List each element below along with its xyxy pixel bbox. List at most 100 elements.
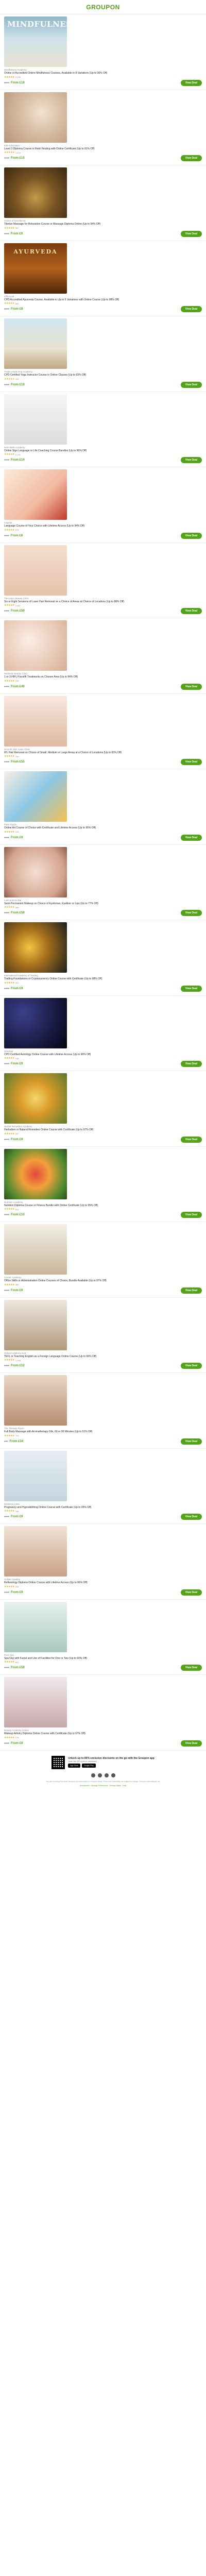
deal-card[interactable]: Lingvist Language Course of Your Choice … [0, 467, 206, 543]
deal-title[interactable]: Online or Accredited Online Mindfulness … [4, 72, 169, 75]
deal-image[interactable] [4, 771, 67, 822]
deal-title[interactable]: Makeup Artistry Diploma Online Course wi… [4, 1732, 169, 1736]
deal-title[interactable]: TEFL or Teaching English as a Foreign La… [4, 1355, 169, 1359]
deal-card[interactable]: Pure Spa Spa Day with Facial and Use of … [0, 1600, 206, 1675]
deal-title[interactable]: CPD Certified Astrology Online Course wi… [4, 1053, 169, 1057]
deal-image[interactable] [4, 997, 67, 1048]
groupon-logo[interactable]: GROUPON [86, 4, 120, 11]
google-play-badge[interactable]: Google Play [81, 1764, 96, 1768]
view-deal-button[interactable]: View Deal [180, 1665, 202, 1671]
deal-title[interactable]: Tibetan Massage for Relaxation Course or… [4, 223, 169, 226]
deal-image[interactable] [4, 545, 67, 596]
view-deal-button[interactable]: View Deal [180, 1438, 202, 1445]
deal-card[interactable]: Lash & Brow Bar Semi-Permanent Makeup on… [0, 845, 206, 920]
deal-title[interactable]: Level 3 Diploma Course in Reiki Healing … [4, 147, 169, 151]
deal-title[interactable]: Online Sign Language or Life Coaching Co… [4, 449, 169, 453]
view-deal-button[interactable]: View Deal [180, 1363, 202, 1369]
deal-card[interactable]: Beauty Academy Online Makeup Artistry Di… [0, 1675, 206, 1751]
deal-card[interactable]: The Therapy Room Full Body Massage with … [0, 1373, 206, 1449]
deal-title[interactable]: Reflexology Diploma Online Course with L… [4, 1581, 169, 1585]
view-deal-button[interactable]: View Deal [180, 230, 202, 237]
deal-image[interactable] [4, 469, 67, 520]
deal-card[interactable]: Online Academy Hub TEFL or Teaching Engl… [0, 1298, 206, 1373]
view-deal-button[interactable]: View Deal [180, 1589, 202, 1596]
deal-card[interactable]: Centre of Excellence Tibetan Massage for… [0, 165, 206, 241]
deal-image[interactable] [4, 1148, 67, 1199]
deal-image[interactable] [4, 1224, 67, 1275]
deal-title[interactable]: Trading Foundations or Cryptocurrency On… [4, 977, 169, 981]
facebook-icon[interactable] [91, 1773, 95, 1777]
deal-image[interactable] [4, 1601, 67, 1652]
view-deal-button[interactable]: View Deal [180, 457, 202, 463]
view-deal-button[interactable]: View Deal [180, 1740, 202, 1747]
deal-image[interactable]: AYURVEDA [4, 243, 67, 294]
view-deal-button[interactable]: View Deal [180, 608, 202, 614]
view-deal-button[interactable]: View Deal [180, 834, 202, 841]
footer-links[interactable]: Unsubscribe · Manage Preferences · Priva… [4, 1785, 202, 1787]
deal-image[interactable] [4, 318, 67, 369]
view-deal-button[interactable]: View Deal [180, 985, 202, 992]
deal-image[interactable] [4, 1677, 67, 1727]
deal-image[interactable] [4, 92, 67, 143]
deal-image[interactable] [4, 846, 67, 897]
view-deal-button[interactable]: View Deal [180, 910, 202, 916]
view-deal-button[interactable]: View Deal [180, 1514, 202, 1520]
app-store-badge[interactable]: App Store [68, 1764, 80, 1768]
deal-image[interactable] [4, 922, 67, 973]
deal-card[interactable]: New Skills Academy Online Sign Language … [0, 392, 206, 467]
deal-title[interactable]: IPL Hair Removal on Choice of Small, Med… [4, 751, 169, 755]
view-deal-button[interactable]: View Deal [180, 532, 202, 539]
deal-title[interactable]: Semi-Permanent Makeup on Choice of Eyebr… [4, 902, 169, 906]
deal-title[interactable]: Language Course of Your Choice with Life… [4, 524, 169, 528]
deal-image[interactable] [4, 167, 67, 218]
view-deal-button[interactable]: View Deal [180, 1136, 202, 1143]
deal-card[interactable]: AYURVEDA OfficeLab CPD Accredited Ayurve… [0, 241, 206, 316]
deal-card[interactable]: International Academy of Trading Trading… [0, 920, 206, 996]
deal-card[interactable]: Stardrop CPD Certified Astrology Online … [0, 996, 206, 1071]
deal-card[interactable]: Career Academy Office Skills or Administ… [0, 1222, 206, 1298]
deal-title[interactable]: Pregnancy and Hypnobirthing Online Cours… [4, 1506, 169, 1510]
deal-title[interactable]: Online Art Course of Choice with Certifi… [4, 826, 169, 830]
view-deal-button[interactable]: View Deal [180, 79, 202, 86]
instagram-icon[interactable] [104, 1773, 109, 1777]
view-deal-button[interactable]: View Deal [180, 381, 202, 388]
deal-title[interactable]: CPD Accredited Ayurveda Course, Availabl… [4, 298, 169, 302]
deal-card[interactable]: MINDFULNESS Mindfulness Academy Online o… [0, 14, 206, 90]
deal-image[interactable] [4, 1526, 67, 1577]
deal-card[interactable]: Wellness Clinic Pregnancy and Hypnobirth… [0, 1449, 206, 1524]
deal-title[interactable]: Nutrition Diploma Course or Fitness Bund… [4, 1204, 169, 1208]
view-deal-button[interactable]: View Deal [180, 1061, 202, 1067]
deal-image[interactable] [4, 1299, 67, 1350]
deal-card[interactable]: The Laser Beauty Clinic Six or Eight Ses… [0, 543, 206, 618]
deal-image[interactable] [4, 620, 67, 671]
deal-title[interactable]: Six or Eight Sessions of Laser Hair Remo… [4, 600, 169, 604]
deal-title[interactable]: Office Skills or Administration Online C… [4, 1279, 169, 1283]
deal-title[interactable]: 1 or 3 HIFU Facelift Treatments on Chose… [4, 675, 169, 679]
deal-image[interactable] [4, 1450, 67, 1501]
deal-card[interactable]: Holistic Healing Reflexology Diploma Onl… [0, 1524, 206, 1600]
twitter-icon[interactable] [97, 1773, 102, 1777]
deal-card[interactable]: Elite Education Level 3 Diploma Course i… [0, 90, 206, 165]
view-deal-button[interactable]: View Deal [180, 759, 202, 765]
deal-title[interactable]: CPD Certified Yoga Instructor Course in … [4, 374, 169, 377]
deal-card[interactable]: Trade Leadership Academy CPD Certified Y… [0, 316, 206, 392]
deal-image[interactable] [4, 394, 67, 445]
deal-card[interactable]: Paint Studio Online Art Course of Choice… [0, 769, 206, 845]
deal-title[interactable]: Spa Day with Facial and Use of Facilitie… [4, 1657, 169, 1660]
youtube-icon[interactable] [111, 1773, 115, 1777]
deal-image[interactable]: MINDFULNESS [4, 16, 67, 67]
view-deal-button[interactable]: View Deal [180, 1287, 202, 1294]
view-deal-button[interactable]: View Deal [180, 1212, 202, 1218]
deal-image[interactable] [4, 1375, 67, 1426]
deal-card[interactable]: Smooth Skin Laser Clinic IPL Hair Remova… [0, 694, 206, 769]
deal-image[interactable] [4, 1073, 67, 1124]
view-deal-button[interactable]: View Deal [180, 683, 202, 690]
deal-card[interactable]: Herbal Remedies Academy Herbalism or Nat… [0, 1071, 206, 1147]
deal-card[interactable]: Wellness Beauty Clinic 1 or 3 HIFU Facel… [0, 618, 206, 694]
view-deal-button[interactable]: View Deal [180, 306, 202, 312]
deal-card[interactable]: Nutrition Academy Nutrition Diploma Cour… [0, 1147, 206, 1222]
deal-title[interactable]: Herbalism or Natural Remedies Online Cou… [4, 1128, 169, 1132]
deal-title[interactable]: Full Body Massage with Aromatherapy Oils… [4, 1430, 169, 1434]
view-deal-button[interactable]: View Deal [180, 155, 202, 161]
deal-image[interactable] [4, 696, 67, 747]
